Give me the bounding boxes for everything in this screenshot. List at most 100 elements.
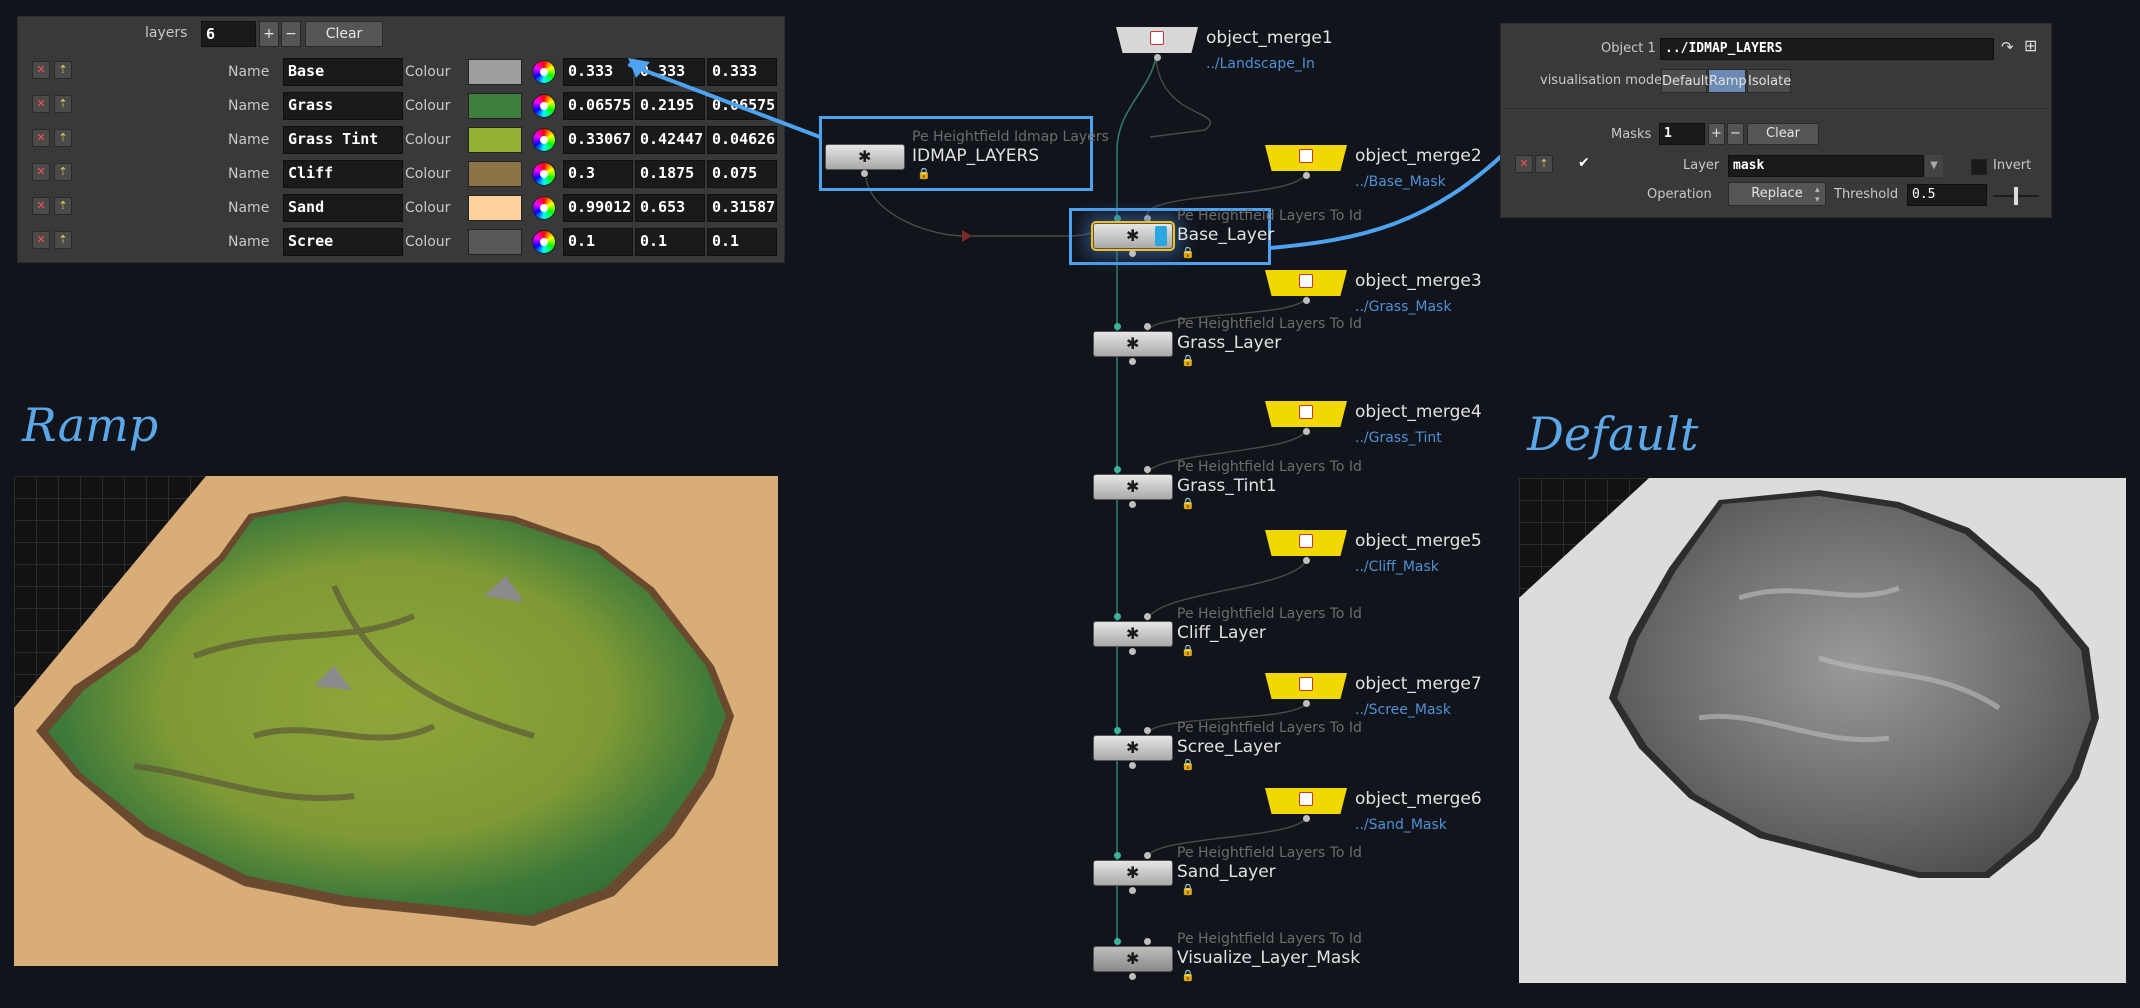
layers-node-type: Pe Heightfield Layers To Id — [1177, 606, 1362, 622]
layers-node-name[interactable]: Scree_Layer — [1177, 737, 1281, 757]
mask-parameter-panel: Object 1 ../IDMAP_LAYERS ↷ ⊞ visualisati… — [1500, 23, 2052, 218]
node-chooser-icon[interactable]: ⊞ — [2024, 36, 2037, 55]
object-merge-icon — [1299, 274, 1313, 288]
vis-mode-isolate-button[interactable]: Isolate — [1747, 69, 1791, 93]
heightfield-node-icon: ✱ — [1126, 477, 1140, 496]
object-merge-node[interactable] — [1116, 27, 1198, 53]
object-merge-name[interactable]: object_merge6 — [1355, 789, 1482, 809]
object-merge-path: ../Grass_Tint — [1355, 430, 1442, 446]
lock-icon: 🔒 — [917, 167, 931, 180]
node-output-dot[interactable] — [1303, 428, 1310, 435]
node-input-dot[interactable] — [1144, 323, 1151, 330]
layers-node-name[interactable]: Grass_Tint1 — [1177, 476, 1277, 496]
node-output-dot[interactable] — [1303, 557, 1310, 564]
vis-mode-default-button[interactable]: Default — [1661, 69, 1710, 93]
layer-menu-chevron-icon[interactable]: ▼ — [1925, 155, 1943, 177]
node-output-dot[interactable] — [1129, 973, 1136, 980]
clear-masks-button[interactable]: Clear — [1747, 123, 1819, 145]
layers-to-id-node[interactable]: ✱ — [1093, 860, 1173, 886]
node-output-dot[interactable] — [1154, 54, 1161, 61]
vis-mode-ramp-button[interactable]: Ramp — [1708, 69, 1747, 93]
masks-label: Masks — [1611, 127, 1652, 142]
invert-checkbox[interactable] — [1971, 159, 1987, 175]
layers-node-name[interactable]: Visualize_Layer_Mask — [1177, 948, 1360, 968]
object-merge-name[interactable]: object_merge5 — [1355, 531, 1482, 551]
layers-node-name[interactable]: Base_Layer — [1177, 225, 1274, 245]
node-input-dot[interactable] — [1114, 215, 1121, 222]
remove-mask-entry-icon[interactable]: ✕ — [1515, 155, 1533, 173]
layers-to-id-node[interactable]: ✱ — [1093, 735, 1173, 761]
node-output-dot[interactable] — [1129, 648, 1136, 655]
dropdown-arrows-icon: ▴ ▾ — [1815, 185, 1820, 205]
display-flag-icon[interactable] — [1155, 226, 1167, 246]
layers-to-id-node[interactable]: ✱ — [1093, 474, 1173, 500]
object-merge-path: ../Base_Mask — [1355, 174, 1446, 190]
layers-node-type: Pe Heightfield Layers To Id — [1177, 720, 1362, 736]
object-merge-name[interactable]: object_merge3 — [1355, 271, 1482, 291]
jump-to-node-icon[interactable]: ↷ — [2001, 38, 2014, 56]
node-output-dot[interactable] — [1303, 700, 1310, 707]
object-merge-icon — [1299, 677, 1313, 691]
object-merge-icon — [1299, 792, 1313, 806]
threshold-slider-handle[interactable] — [2014, 187, 2018, 205]
object-path-field[interactable]: ../IDMAP_LAYERS — [1660, 38, 1994, 60]
node-output-dot[interactable] — [1129, 762, 1136, 769]
layer-name-field[interactable]: mask — [1728, 155, 1924, 177]
invert-label: Invert — [1993, 158, 2032, 173]
idmap-node-name[interactable]: IDMAP_LAYERS — [912, 146, 1039, 166]
object-merge-node[interactable] — [1265, 145, 1347, 171]
operation-label: Operation — [1647, 187, 1712, 202]
node-input-dot[interactable] — [1144, 466, 1151, 473]
node-output-dot[interactable] — [861, 170, 868, 177]
heightfield-node-icon: ✱ — [1126, 624, 1140, 643]
object-merge-path: ../Sand_Mask — [1355, 817, 1447, 833]
node-input-dot[interactable] — [1144, 852, 1151, 859]
layers-to-id-node[interactable]: ✱ — [1093, 331, 1173, 357]
layers-node-name[interactable]: Grass_Layer — [1177, 333, 1281, 353]
node-input-dot[interactable] — [1144, 938, 1151, 945]
threshold-field[interactable]: 0.5 — [1907, 184, 1987, 206]
node-output-dot[interactable] — [1129, 501, 1136, 508]
add-mask-button[interactable]: + — [1708, 123, 1725, 145]
node-output-dot[interactable] — [1303, 297, 1310, 304]
layers-to-id-node[interactable]: ✱ — [1093, 621, 1173, 647]
node-input-dot[interactable] — [1144, 215, 1151, 222]
move-mask-entry-icon[interactable]: ⇡ — [1535, 155, 1553, 173]
layers-node-name[interactable]: Cliff_Layer — [1177, 623, 1266, 643]
object-merge-name[interactable]: object_merge2 — [1355, 146, 1482, 166]
object-merge-node[interactable] — [1265, 530, 1347, 556]
object-merge-node[interactable] — [1265, 401, 1347, 427]
object-merge-icon — [1150, 31, 1164, 45]
remove-mask-button[interactable]: − — [1727, 123, 1744, 145]
object-merge-name[interactable]: object_merge7 — [1355, 674, 1482, 694]
object-merge-name[interactable]: object_merge4 — [1355, 402, 1482, 422]
object-merge-node[interactable] — [1265, 270, 1347, 296]
node-output-dot[interactable] — [1303, 815, 1310, 822]
node-input-dot[interactable] — [1114, 727, 1121, 734]
object-merge-name[interactable]: object_merge1 — [1206, 28, 1333, 48]
layers-to-id-node[interactable]: ✱ — [1093, 946, 1173, 972]
node-input-dot[interactable] — [1114, 613, 1121, 620]
node-input-dot[interactable] — [1144, 613, 1151, 620]
layers-node-name[interactable]: Sand_Layer — [1177, 862, 1276, 882]
object-merge-node[interactable] — [1265, 788, 1347, 814]
layers-node-type: Pe Heightfield Layers To Id — [1177, 931, 1362, 947]
divider — [1505, 108, 2047, 109]
layers-node-type: Pe Heightfield Layers To Id — [1177, 316, 1362, 332]
mask-enabled-checkbox[interactable]: ✔ — [1578, 155, 1594, 171]
node-input-dot[interactable] — [1114, 938, 1121, 945]
node-output-dot[interactable] — [1129, 887, 1136, 894]
object-merge-node[interactable] — [1265, 673, 1347, 699]
node-output-dot[interactable] — [1129, 358, 1136, 365]
node-input-dot[interactable] — [1114, 466, 1121, 473]
node-input-dot[interactable] — [1114, 323, 1121, 330]
node-output-dot[interactable] — [1303, 172, 1310, 179]
object-merge-icon — [1299, 534, 1313, 548]
node-input-dot[interactable] — [1114, 852, 1121, 859]
operation-dropdown[interactable]: Replace — [1728, 182, 1826, 206]
node-input-dot[interactable] — [1144, 727, 1151, 734]
idmap-layers-node[interactable]: ✱ — [825, 144, 905, 170]
layers-node-type: Pe Heightfield Layers To Id — [1177, 459, 1362, 475]
node-output-dot[interactable] — [1129, 250, 1136, 257]
masks-count-field[interactable]: 1 — [1659, 123, 1705, 145]
